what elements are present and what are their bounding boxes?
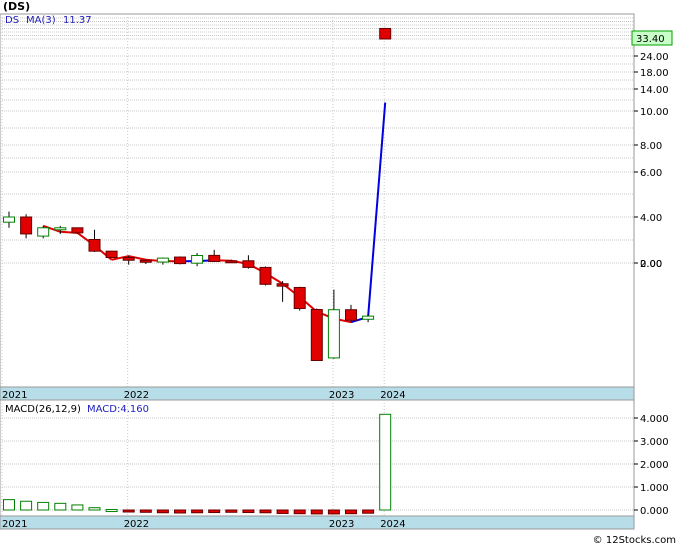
price-y-tick-label: 14.00 (640, 85, 669, 96)
macd-x-axis-strip (0, 515, 635, 530)
macd-x-label: 2021 (2, 519, 27, 530)
macd-bar-negative (191, 509, 204, 514)
macd-bar-positive (37, 501, 50, 511)
candle-down (174, 256, 186, 265)
candle-down (379, 27, 392, 40)
macd-y-tick-label: 1.000 (640, 483, 669, 494)
macd-bar-negative (327, 509, 340, 515)
candle-up (54, 227, 67, 231)
candle-up (3, 216, 15, 223)
candle-up (37, 227, 50, 237)
macd-bar-positive (54, 502, 67, 511)
macd-bar-positive (20, 500, 33, 511)
macd-bar-negative (259, 509, 272, 514)
watermark: © 12Stocks.com (593, 535, 676, 546)
candle-down (105, 250, 118, 259)
candle-down (139, 259, 152, 263)
candle-up (327, 309, 340, 359)
macd-y-tick-label: 2.000 (640, 460, 669, 471)
macd-legend-value: MACD:4.160 (87, 404, 149, 415)
last-price-label: 33.40 (636, 34, 665, 45)
candle-up (362, 315, 375, 320)
candle-up (191, 255, 204, 264)
macd-bar-negative (276, 509, 289, 514)
price-y-tick-label: 18.00 (640, 68, 669, 79)
price-y-tick-label: 8.00 (640, 141, 662, 152)
candle-down (310, 309, 323, 361)
candle-down (276, 283, 289, 287)
candle-down (259, 266, 272, 285)
price-y-tick-label: 4.00 (640, 213, 662, 224)
candle-down (71, 227, 84, 234)
macd-legend-label: MACD(26,12,9) (5, 404, 81, 415)
macd-bar-negative (293, 509, 306, 515)
macd-x-label: 2022 (124, 519, 149, 530)
macd-bar-negative (156, 509, 169, 514)
legend-ma-label: MA(3) (26, 15, 56, 26)
macd-x-label: 2023 (329, 519, 354, 530)
macd-y-tick-label: 0.000 (640, 506, 669, 517)
macd-bar-positive (71, 504, 84, 511)
candle-down (208, 254, 221, 262)
candle-down (293, 286, 306, 309)
macd-bar-negative (362, 509, 375, 514)
macd-bar-negative (310, 509, 323, 515)
price-x-label: 2022 (124, 390, 149, 401)
candle-down (20, 216, 33, 235)
macd-bar-positive (3, 499, 15, 511)
price-x-label: 2023 (329, 390, 354, 401)
legend-ma-value: 11.37 (63, 15, 92, 26)
macd-bar-negative (139, 509, 152, 513)
macd-bar-negative (174, 509, 186, 514)
macd-y-tick-label: 4.000 (640, 414, 669, 425)
ticker-label: (DS) (3, 0, 30, 13)
candle-down (88, 238, 101, 252)
macd-bar-negative (345, 509, 357, 515)
stock-chart: 24.0018.0014.0010.008.006.004.002.000.00… (0, 0, 680, 546)
macd-bar-positive (88, 507, 101, 511)
macd-bar-negative (122, 509, 135, 513)
macd-bar-negative (208, 509, 221, 514)
macd-bar-positive (379, 413, 392, 511)
legend-symbol: DS (5, 15, 19, 26)
macd-bar-positive (105, 509, 118, 513)
price-x-axis-strip (0, 386, 635, 401)
price-y-tick-label: 10.00 (640, 107, 669, 118)
macd-plot-area (0, 399, 635, 517)
candle-down (345, 309, 357, 321)
macd-panel: 4.0003.0002.0001.0000.000 MACD(26,12,9) … (0, 399, 669, 517)
price-x-label: 2021 (2, 390, 27, 401)
candle-down (242, 260, 255, 268)
macd-bar-negative (242, 509, 255, 514)
price-y-tick-label: 6.00 (640, 168, 662, 179)
candle-down (225, 260, 238, 264)
macd-y-tick-label: 3.000 (640, 437, 669, 448)
price-x-label: 2024 (380, 390, 405, 401)
candle-up (156, 257, 169, 263)
macd-x-label: 2024 (380, 519, 405, 530)
price-panel: 24.0018.0014.0010.008.006.004.002.000.00… (0, 0, 673, 388)
price-y-tick-label: 0.00 (640, 259, 662, 270)
price-y-tick-label: 24.00 (640, 52, 669, 63)
candle-down (122, 257, 135, 261)
macd-bar-negative (225, 509, 238, 513)
